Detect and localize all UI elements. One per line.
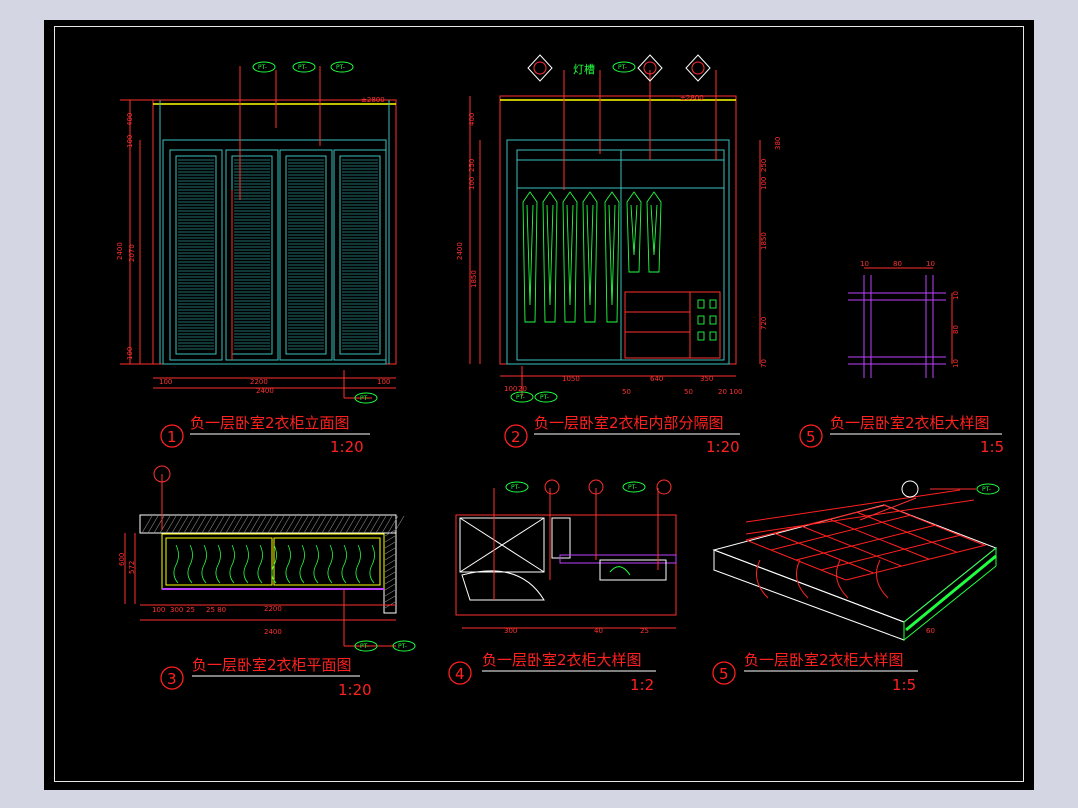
dimension-value: 2400 xyxy=(456,242,464,260)
dimension-value: 2200 xyxy=(250,378,268,386)
dimension-value: 10 xyxy=(926,260,935,268)
dimension-value: 25 80 xyxy=(206,606,226,614)
dimension-value: 25 xyxy=(640,627,649,635)
level-mark: ±2800 xyxy=(680,94,704,102)
dimension-value: 100 xyxy=(377,378,390,386)
dimension-value: 100 xyxy=(760,177,768,190)
drawing-scale: 1:20 xyxy=(330,438,364,456)
dimension-value: 40 xyxy=(594,627,603,635)
dimension-value: 600 xyxy=(118,553,126,566)
material-tag: PT- xyxy=(398,643,407,650)
dimension-value: 350 xyxy=(700,375,713,383)
dimension-value: 10 xyxy=(952,291,960,300)
dimension-value: 1050 xyxy=(562,375,580,383)
material-tag: PT- xyxy=(336,64,345,71)
drawing-number: 4 xyxy=(455,665,465,683)
dimension-value: 50 xyxy=(684,388,693,396)
dimension-value: 20 xyxy=(518,385,527,393)
drawing-scale: 1:5 xyxy=(892,676,916,694)
dimension-value: 80 xyxy=(893,260,902,268)
dimension-value: 100 xyxy=(468,177,476,190)
dimension-value: 60 xyxy=(926,627,935,635)
material-tag: PT- xyxy=(360,395,369,402)
dimension-value: 2400 xyxy=(264,628,282,636)
drawing-title: 负一层卧室2衣柜内部分隔图 xyxy=(534,414,724,432)
dimension-value: 80 xyxy=(952,325,960,334)
drawing-scale: 1:2 xyxy=(630,676,654,694)
dimension-value: 720 xyxy=(760,317,768,330)
drawing-number: 5 xyxy=(719,665,729,683)
dimension-value: 50 xyxy=(622,388,631,396)
dimension-value: 2200 xyxy=(264,605,282,613)
drawing-scale: 1:5 xyxy=(980,438,1004,456)
dimension-value: 250 xyxy=(468,159,476,172)
isometric-drawing xyxy=(712,480,1000,642)
dimension-value: 100 xyxy=(126,347,134,360)
dimension-value: 250 xyxy=(760,159,768,172)
light-slot-label: 灯槽 xyxy=(573,63,595,76)
dimension-value: 400 xyxy=(126,113,134,126)
detail-grid-drawing xyxy=(848,267,953,378)
interior-drawing xyxy=(469,54,761,403)
drawing-title: 负一层卧室2衣柜大样图 xyxy=(744,651,904,669)
dimension-value: 572 xyxy=(128,561,136,574)
dimension-value: 2400 xyxy=(116,242,124,260)
material-tag: PT- xyxy=(628,484,637,491)
drawing-scale: 1:20 xyxy=(706,438,740,456)
drawing-number: 3 xyxy=(167,670,177,688)
dimension-value: 100 xyxy=(159,378,172,386)
drawing-title: 负一层卧室2衣柜大样图 xyxy=(482,651,642,669)
dimension-value: 10 xyxy=(860,260,869,268)
drawing-title: 负一层卧室2衣柜大样图 xyxy=(830,414,990,432)
drawing-scale: 1:20 xyxy=(338,681,372,699)
dimension-value: 2070 xyxy=(128,244,136,262)
dimension-value: 1850 xyxy=(470,270,478,288)
drawing-sheet: 1 负一层卧室2衣柜立面图 1:20 2 负一层卧室2衣柜内部分隔图 1:20 5 负一层卧室… xyxy=(44,20,1034,790)
drawing-number: 2 xyxy=(511,428,521,446)
material-tag: PT- xyxy=(511,484,520,491)
dimension-value: 100 xyxy=(152,606,165,614)
dimension-value: 300 xyxy=(504,627,517,635)
dimension-value: 10 xyxy=(952,359,960,368)
plan-drawing xyxy=(124,465,416,652)
dimension-value: 400 xyxy=(468,113,476,126)
dimension-value: 20 100 xyxy=(718,388,743,396)
dimension-value: 1850 xyxy=(760,232,768,250)
dimension-value: 25 xyxy=(186,606,195,614)
level-mark: ±2800 xyxy=(361,96,385,104)
dimension-value: 70 xyxy=(760,359,768,368)
dimension-value: 2400 xyxy=(256,387,274,395)
section-detail-drawing xyxy=(455,479,677,629)
dimension-value: 300 xyxy=(170,606,183,614)
cad-canvas: 1 负一层卧室2衣柜立面图 1:20 2 负一层卧室2衣柜内部分隔图 1:20 5 负一层卧室… xyxy=(116,54,1004,699)
dimension-value: 100 xyxy=(504,385,517,393)
material-tag: PT- xyxy=(298,64,307,71)
dimension-value: 380 xyxy=(774,137,782,150)
material-tag: PT- xyxy=(360,643,369,650)
drawing-title: 负一层卧室2衣柜平面图 xyxy=(192,656,352,674)
material-tag: PT- xyxy=(618,64,627,71)
dimension-value: 100 xyxy=(126,135,134,148)
drawing-number: 5 xyxy=(806,428,816,446)
elevation-drawing xyxy=(120,61,397,404)
drawing-number: 1 xyxy=(167,428,177,446)
material-tag: PT- xyxy=(258,64,267,71)
material-tag: PT- xyxy=(982,486,991,493)
drawing-title: 负一层卧室2衣柜立面图 xyxy=(190,414,350,432)
material-tag: PT- xyxy=(540,394,549,401)
material-tag: PT- xyxy=(516,394,525,401)
dimension-value: 640 xyxy=(650,375,663,383)
